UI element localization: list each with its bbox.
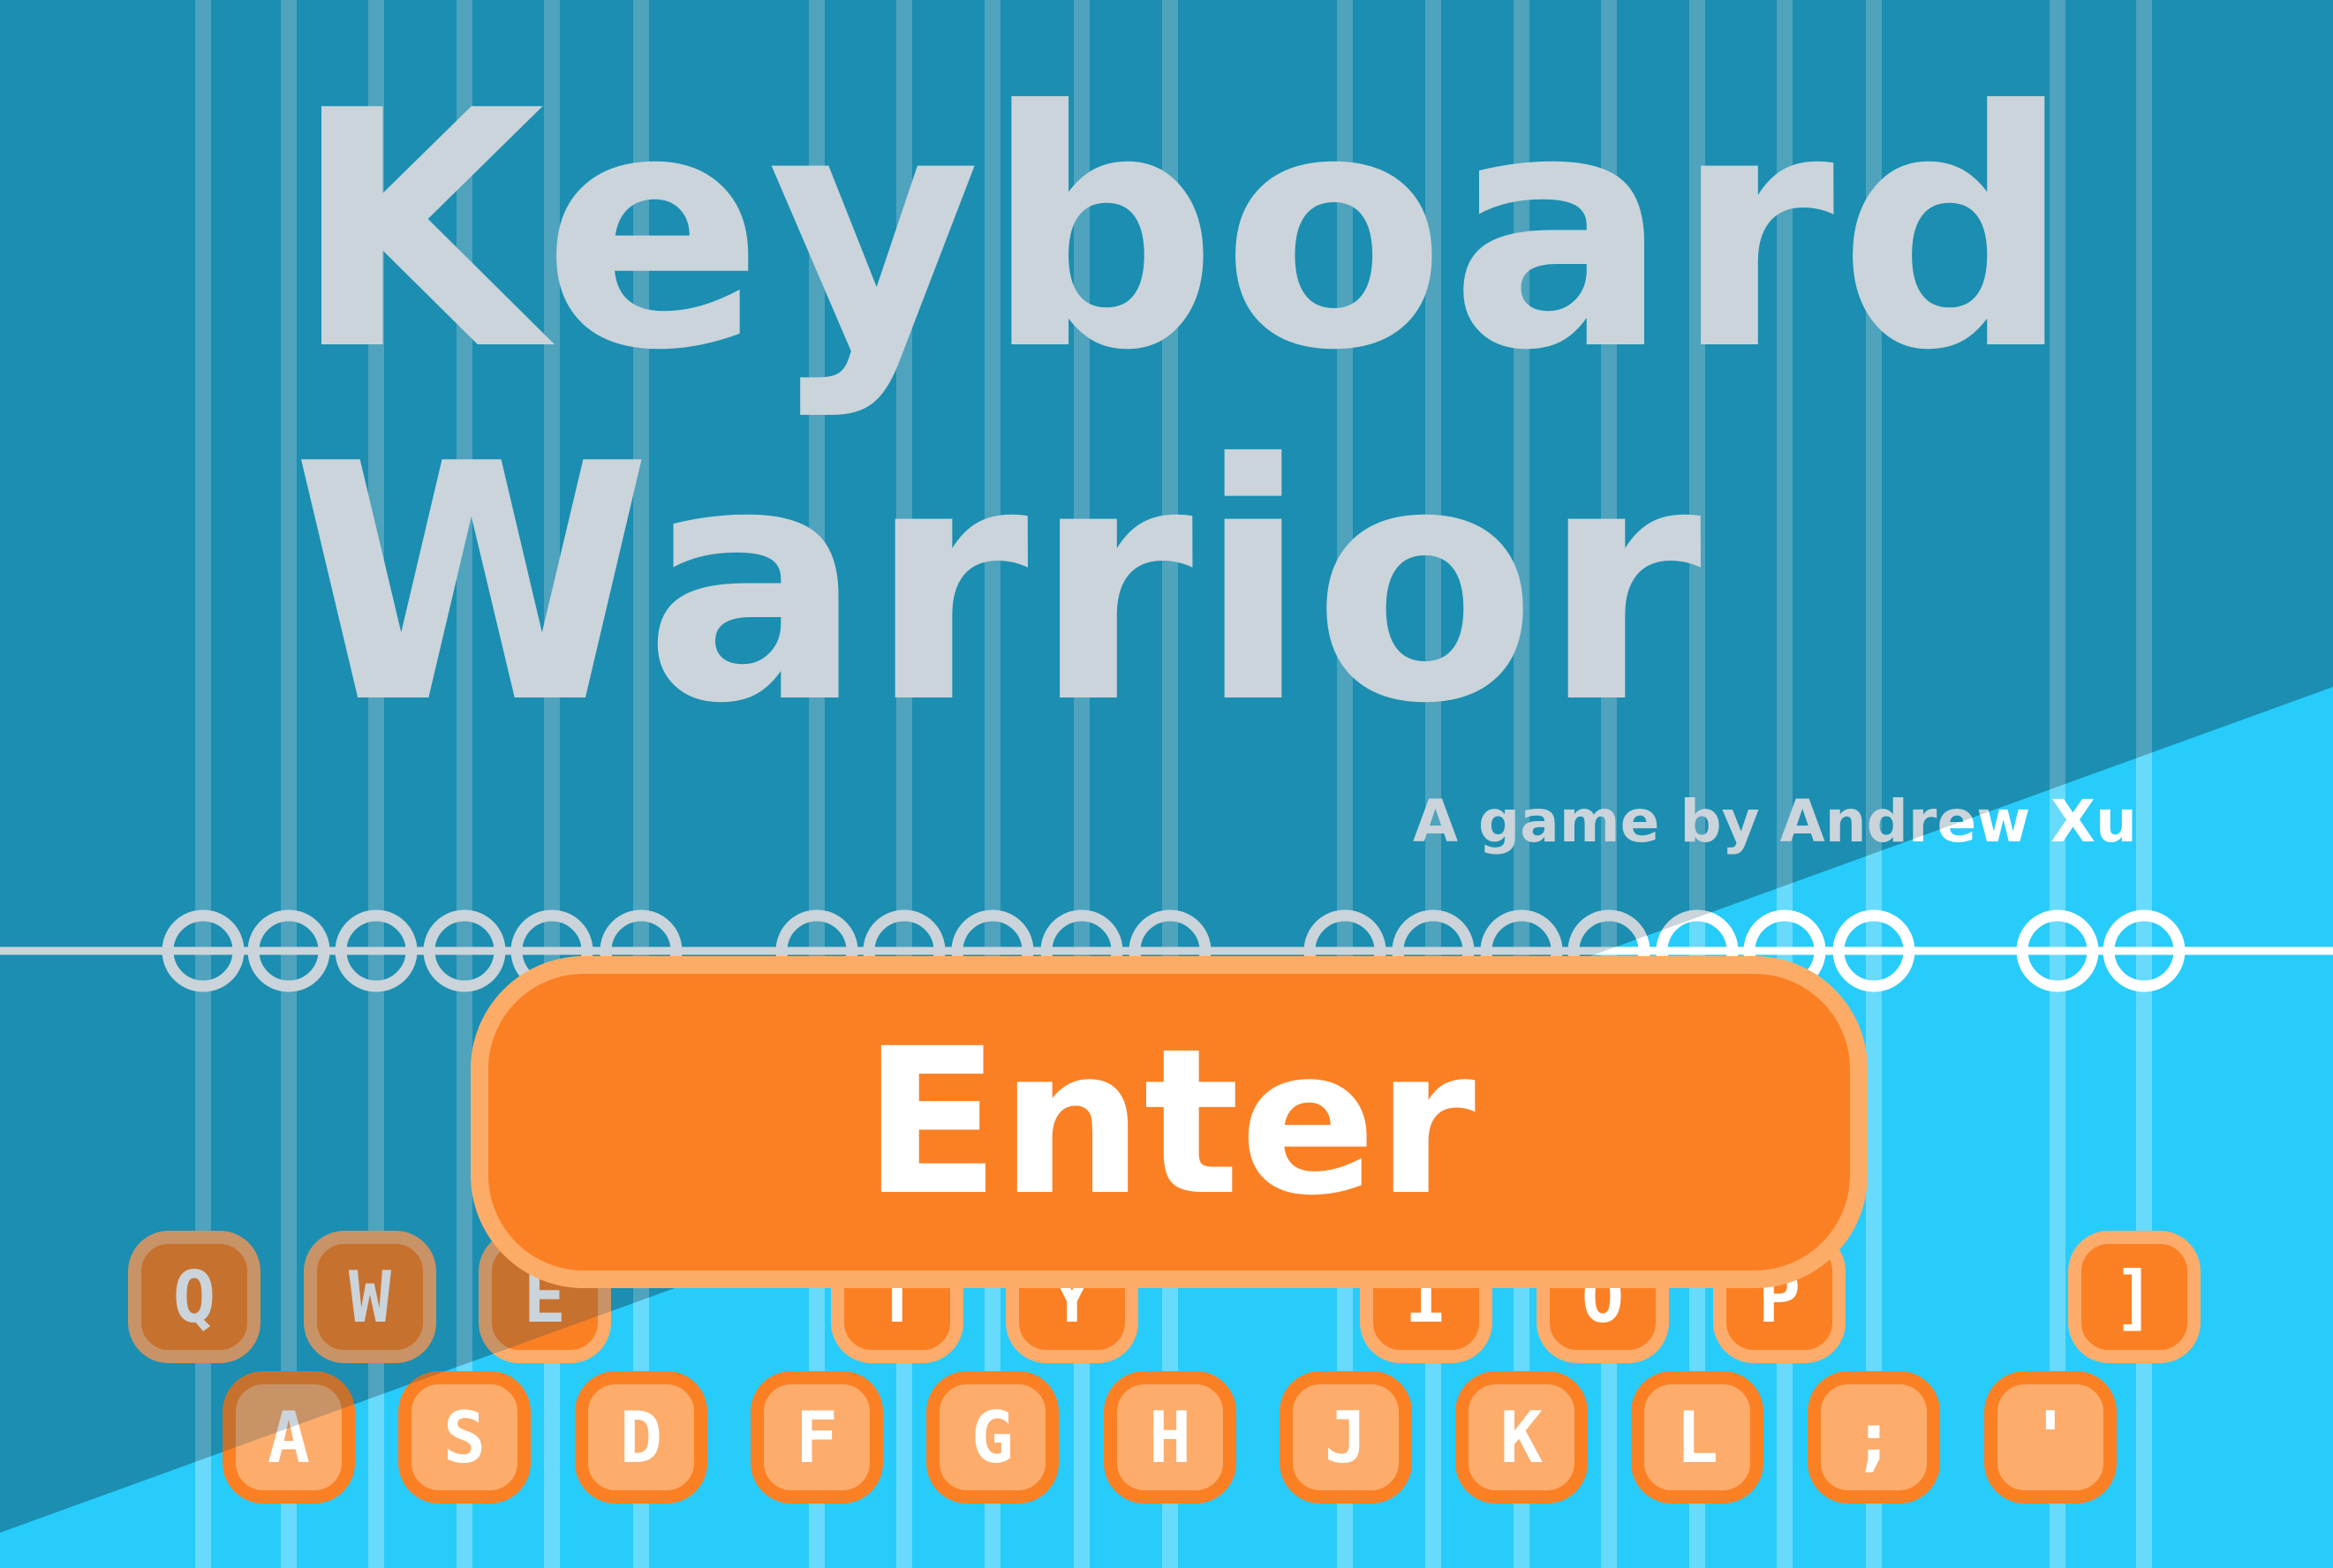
key-home[interactable]: L [1631,1371,1763,1504]
subtitle: A game by Andrew Xu [1413,788,2138,856]
key-top[interactable]: W [304,1231,436,1363]
key-home[interactable]: A [223,1371,355,1504]
key-top[interactable]: Q [128,1231,260,1363]
key-home[interactable]: S [398,1371,531,1504]
key-top[interactable]: ] [2068,1231,2201,1363]
title-line-2: Warrior [291,396,1706,775]
key-home[interactable]: ' [1984,1371,2117,1504]
key-home[interactable]: J [1280,1371,1412,1504]
key-home[interactable]: G [926,1371,1059,1504]
key-home[interactable]: K [1455,1371,1588,1504]
key-home[interactable]: D [575,1371,707,1504]
title-line-1: Keyboard [291,42,2076,422]
key-home[interactable]: F [751,1371,883,1504]
key-home[interactable]: ; [1808,1371,1940,1504]
key-home[interactable]: H [1104,1371,1236,1504]
enter-button[interactable]: Enter [471,956,1868,1288]
